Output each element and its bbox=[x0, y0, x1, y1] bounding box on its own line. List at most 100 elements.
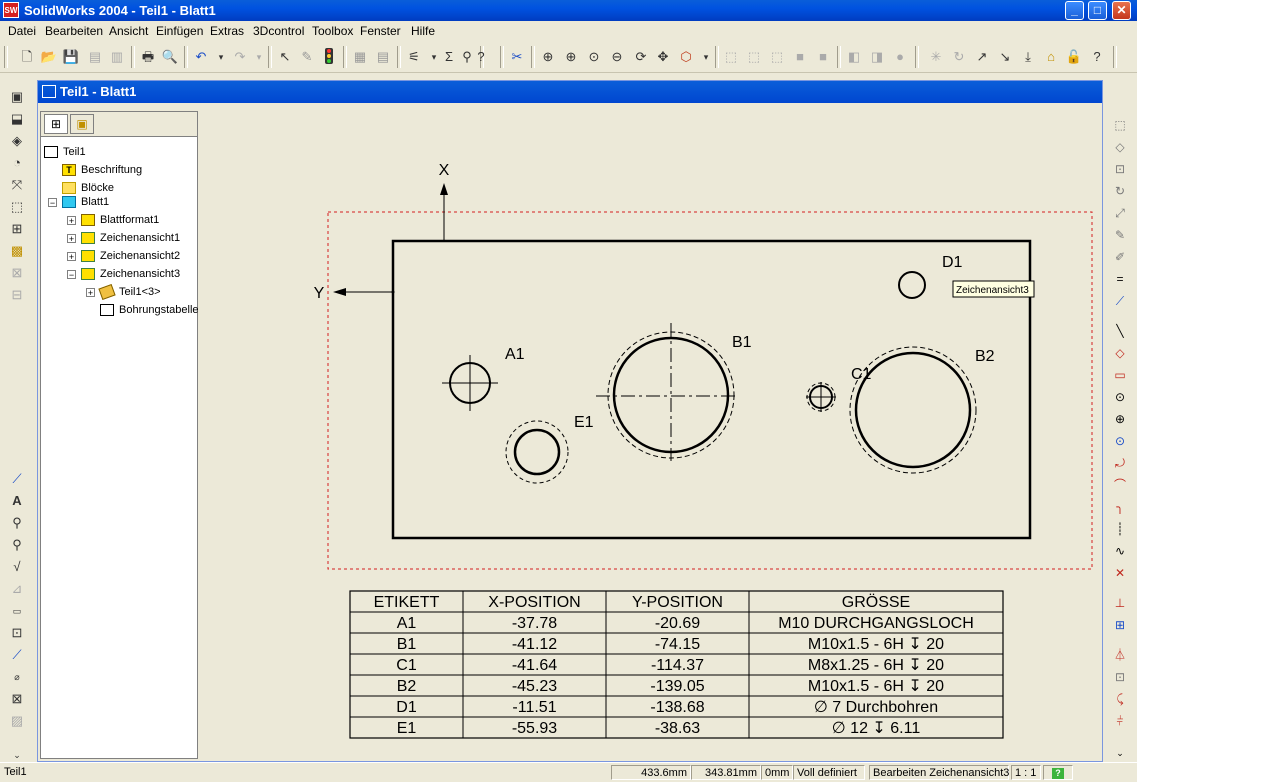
three-point-arc-icon[interactable]: ⌒ bbox=[1111, 476, 1129, 494]
print-preview-icon[interactable]: 🔍 bbox=[161, 48, 179, 66]
auto-balloon-icon[interactable]: ⚲ bbox=[8, 536, 26, 554]
zoom-selection-icon[interactable]: ⊖ bbox=[608, 48, 626, 66]
mirror-icon[interactable]: ⫩ bbox=[1111, 712, 1129, 730]
sketch-tool-icon[interactable]: ▣ bbox=[8, 88, 26, 106]
lock-icon[interactable]: 🔓 bbox=[1065, 48, 1083, 66]
point-icon[interactable]: ✳ bbox=[927, 48, 945, 66]
sketch-rotate-icon[interactable]: ↻ bbox=[1111, 182, 1129, 200]
sketch-move-icon[interactable]: ⊡ bbox=[1111, 160, 1129, 178]
help-whats-this-icon[interactable]: ? bbox=[472, 48, 490, 66]
tangent-arc-icon[interactable]: ⤾ bbox=[1111, 454, 1129, 472]
drawing-tool-icon[interactable]: ⬓ bbox=[8, 110, 26, 128]
balloon-icon[interactable]: ⚲ bbox=[8, 514, 26, 532]
save-icon[interactable]: 💾 bbox=[62, 48, 80, 66]
hidden-removed-icon[interactable]: ⬚ bbox=[768, 48, 786, 66]
view-orientation-dropdown-icon[interactable]: ▾ bbox=[697, 48, 715, 66]
geometric-tolerance-icon[interactable]: ▭ bbox=[8, 602, 26, 620]
expand-zeichenansicht1-icon[interactable]: + bbox=[67, 234, 76, 244]
tree-item-blatt1[interactable]: Blatt1 bbox=[62, 194, 109, 210]
hole-b2[interactable] bbox=[854, 351, 972, 469]
redo-icon[interactable]: ↷ bbox=[231, 48, 249, 66]
select-pointer-icon[interactable]: ↖ bbox=[276, 48, 294, 66]
shaded-edges-icon[interactable]: ■ bbox=[791, 48, 809, 66]
note-icon[interactable]: A bbox=[8, 492, 26, 510]
model-view-icon[interactable]: ◈ bbox=[8, 132, 26, 150]
wireframe-icon[interactable]: ⬚ bbox=[722, 48, 740, 66]
properties-disabled-icon[interactable]: ▥ bbox=[108, 48, 126, 66]
area-hatch-icon[interactable]: ▨ bbox=[8, 712, 26, 730]
spline-icon[interactable]: ∿ bbox=[1111, 542, 1129, 560]
fillet-icon[interactable]: ╮ bbox=[1111, 498, 1129, 516]
extend-icon[interactable]: ⊡ bbox=[1111, 668, 1129, 686]
tree-item-zeichenansicht2[interactable]: Zeichenansicht2 bbox=[81, 248, 180, 264]
traffic-light-icon[interactable] bbox=[320, 48, 338, 66]
help-status-icon[interactable]: ? bbox=[1043, 765, 1073, 780]
print-preview-disabled-icon[interactable]: ▤ bbox=[86, 48, 104, 66]
menu-toolbox[interactable]: Toolbox bbox=[312, 24, 353, 38]
dimension-equal-icon[interactable]: = bbox=[1111, 270, 1129, 288]
sketch-pen-icon[interactable]: ✐ bbox=[1111, 248, 1129, 266]
expand-teil1-3-icon[interactable]: + bbox=[86, 288, 95, 298]
sketch-pencil-icon[interactable]: ✎ bbox=[298, 48, 316, 66]
hole-callout-icon[interactable]: ⌀ bbox=[8, 668, 26, 686]
rectangle-icon[interactable]: ▭ bbox=[1111, 366, 1129, 384]
tree-item-zeichenansicht1[interactable]: Zeichenansicht1 bbox=[81, 230, 180, 246]
sketch-entity-icon[interactable]: ⬚ bbox=[1111, 116, 1129, 134]
print-icon[interactable]: 🖶 bbox=[139, 48, 157, 66]
right-toolbar-more-chevron-icon[interactable]: ⌄ bbox=[1111, 744, 1129, 762]
menu-hilfe[interactable]: Hilfe bbox=[411, 24, 435, 38]
tree-root-teil1[interactable]: Teil1 bbox=[44, 144, 86, 160]
section-view-tool-icon[interactable]: ⬚ bbox=[8, 198, 26, 216]
detail-view-icon[interactable]: ⊞ bbox=[8, 220, 26, 238]
centerpoint-arc-icon[interactable]: ⊙ bbox=[1111, 432, 1129, 450]
tree-item-beschriftung[interactable]: T Beschriftung bbox=[62, 162, 142, 178]
expand-blattformat1-icon[interactable]: + bbox=[67, 216, 76, 226]
shadows-icon[interactable]: ● bbox=[891, 48, 909, 66]
trim-icon[interactable]: ⏃ bbox=[1111, 646, 1129, 664]
arrow-se-icon[interactable]: ↘ bbox=[996, 48, 1014, 66]
open-file-icon[interactable]: 📂 bbox=[40, 48, 58, 66]
tree-item-bohrungstabelle[interactable]: Bohrungstabelle bbox=[100, 302, 199, 318]
smart-dimension-icon[interactable]: ⟋ bbox=[8, 470, 26, 488]
property-manager-tab-icon[interactable]: ▣ bbox=[70, 114, 94, 134]
weld-symbol-icon[interactable]: ⊿ bbox=[8, 580, 26, 598]
redo-dropdown-icon[interactable]: ▾ bbox=[250, 48, 268, 66]
hole-d1[interactable] bbox=[898, 271, 926, 299]
broken-view-icon[interactable]: ⊠ bbox=[8, 264, 26, 282]
smart-dim-right-icon[interactable]: ⟋ bbox=[1111, 292, 1129, 310]
line-icon[interactable]: ╲ bbox=[1111, 322, 1129, 340]
sketch-scale-icon[interactable]: ⤢ bbox=[1111, 204, 1129, 222]
close-button[interactable]: ✕ bbox=[1112, 1, 1131, 20]
menu-datei[interactable]: Datei bbox=[8, 24, 36, 38]
shaded-icon[interactable]: ■ bbox=[814, 48, 832, 66]
relations-icon[interactable]: ⚟ bbox=[405, 48, 423, 66]
arrow-ne-icon[interactable]: ↗ bbox=[973, 48, 991, 66]
menu-einfuegen[interactable]: Einfügen bbox=[156, 24, 203, 38]
expand-zeichenansicht2-icon[interactable]: + bbox=[67, 252, 76, 262]
menu-fenster[interactable]: Fenster bbox=[360, 24, 401, 38]
maximize-button[interactable]: □ bbox=[1088, 1, 1107, 20]
arrow-down-icon[interactable]: ⤓ bbox=[1019, 48, 1037, 66]
zoom-window-icon[interactable]: ⊕ bbox=[562, 48, 580, 66]
dimension-chain-icon[interactable]: ⊞ bbox=[1111, 616, 1129, 634]
offset-icon[interactable]: ⤹ bbox=[1111, 690, 1129, 708]
undo-dropdown-icon[interactable]: ▾ bbox=[212, 48, 230, 66]
centerline-icon[interactable]: ┊ bbox=[1111, 520, 1129, 538]
hole-e1[interactable] bbox=[513, 428, 561, 476]
drawing-canvas[interactable]: X Y A1 B1 C1 B2 D1 E1 Zeichenansicht3 ET… bbox=[206, 105, 1102, 759]
zoom-to-fit-icon[interactable]: ⊕ bbox=[539, 48, 557, 66]
help-icon[interactable]: ? bbox=[1088, 48, 1106, 66]
solidworks-app-icon[interactable]: SW bbox=[3, 2, 19, 18]
table-icon[interactable]: ▤ bbox=[374, 48, 392, 66]
circle-icon[interactable]: ⊕ bbox=[1111, 410, 1129, 428]
hole-table[interactable]: ETIKETT X-POSITION Y-POSITION GRÖSSE A1 -37.7… bbox=[349, 590, 1004, 739]
surface-finish-icon[interactable]: √ bbox=[8, 558, 26, 576]
equations-icon[interactable]: Σ bbox=[440, 48, 458, 66]
grid-icon[interactable]: ▦ bbox=[351, 48, 369, 66]
datum-feature-icon[interactable]: ⊡ bbox=[8, 624, 26, 642]
tree-item-teil1-3[interactable]: Teil1<3> bbox=[98, 284, 161, 301]
feature-tree-tab-icon[interactable]: ⊞ bbox=[44, 114, 68, 134]
alternate-position-icon[interactable]: ⊟ bbox=[8, 286, 26, 304]
projected-view-icon[interactable]: ◔ bbox=[8, 154, 26, 172]
base-line-icon[interactable]: ⊥ bbox=[1111, 594, 1129, 612]
